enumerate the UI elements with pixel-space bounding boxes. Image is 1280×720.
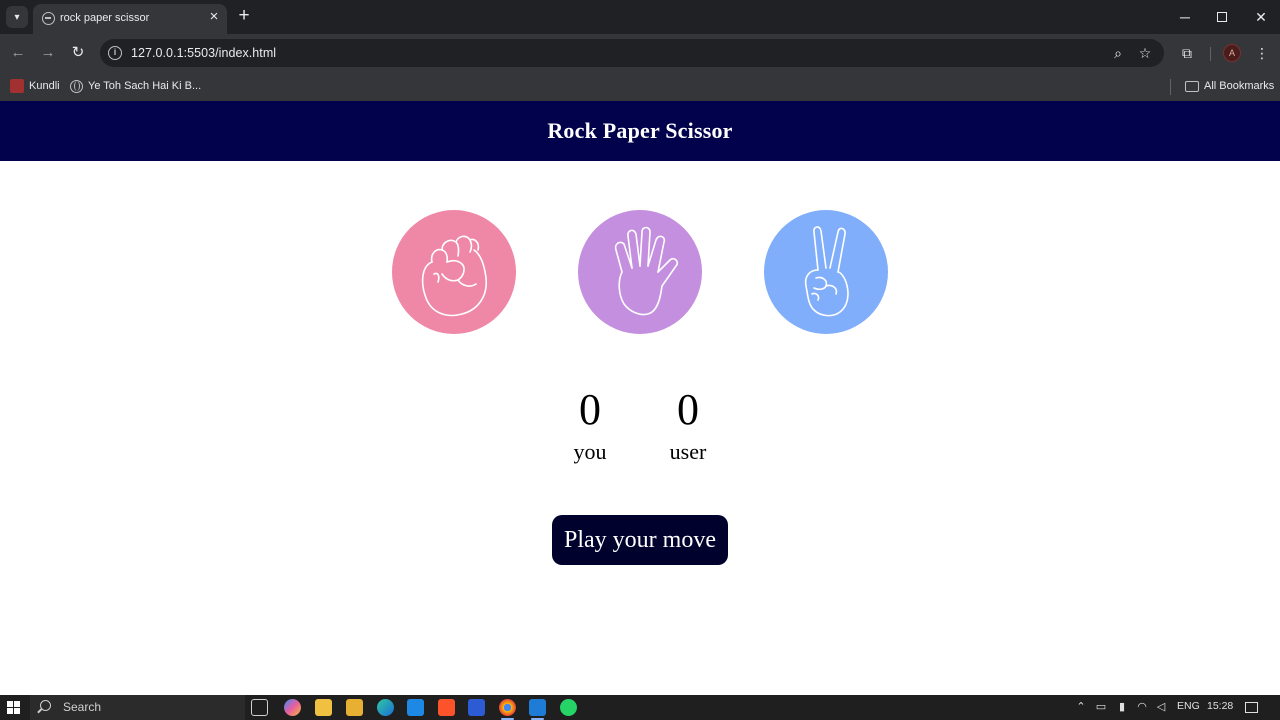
reload-button[interactable]: ↻: [67, 42, 89, 64]
all-bookmarks-button[interactable]: All Bookmarks: [1185, 77, 1274, 95]
profile-avatar[interactable]: A: [1223, 44, 1241, 62]
mail-icon[interactable]: [407, 699, 424, 716]
site-info-icon[interactable]: i: [108, 46, 122, 60]
taskbar-search[interactable]: Search: [30, 695, 245, 720]
paper-choice[interactable]: [578, 210, 702, 334]
vscode-icon[interactable]: [529, 699, 546, 720]
bookmarks-divider: [1170, 79, 1171, 95]
notifications-icon[interactable]: [1245, 702, 1258, 713]
language-indicator[interactable]: ENG: [1177, 700, 1200, 712]
bookmark-label: Kundli: [29, 80, 60, 92]
task-view-icon[interactable]: [251, 699, 268, 716]
forward-button[interactable]: →: [37, 42, 59, 64]
globe-icon: [70, 79, 83, 93]
store-icon[interactable]: [315, 699, 332, 716]
browser-tab[interactable]: rock paper scissor ×: [33, 4, 227, 34]
page-title: Rock Paper Scissor: [547, 118, 733, 143]
taskbar-search-label: Search: [63, 700, 102, 714]
new-tab-button[interactable]: +: [235, 6, 253, 26]
your-score: 0 you: [540, 384, 640, 468]
fist-hand-icon: [421, 235, 487, 317]
bookmarks-bar: Kundli Ye Toh Sach Hai Ki B... All Bookm…: [0, 72, 1280, 101]
chrome-icon[interactable]: [499, 699, 516, 720]
zoom-icon[interactable]: ⌕: [1108, 43, 1128, 63]
bookmark-label: Ye Toh Sach Hai Ki B...: [88, 80, 202, 92]
your-score-label: you: [573, 439, 607, 464]
bookmark-ye-toh-sach[interactable]: Ye Toh Sach Hai Ki B...: [70, 77, 201, 95]
scissors-choice[interactable]: [764, 210, 888, 334]
play-move-button[interactable]: Play your move: [552, 515, 728, 565]
close-window-button[interactable]: ✕: [1250, 6, 1272, 28]
brave-icon[interactable]: [438, 699, 455, 716]
rock-choice[interactable]: [392, 210, 516, 334]
bookmark-kundli[interactable]: Kundli: [10, 77, 60, 95]
kundli-favicon-icon: [10, 79, 24, 93]
folder-icon: [1185, 80, 1199, 92]
show-hidden-icons-icon[interactable]: ⌃: [1074, 700, 1088, 714]
all-bookmarks-label: All Bookmarks: [1204, 80, 1275, 92]
your-score-value: 0: [579, 385, 601, 434]
address-bar[interactable]: i 127.0.0.1:5503/index.html ⌕ ☆: [100, 39, 1164, 67]
zoom-app-icon[interactable]: [468, 699, 485, 716]
app-header: Rock Paper Scissor: [0, 101, 1280, 161]
edge-icon[interactable]: [377, 699, 394, 716]
user-score: 0 user: [638, 384, 738, 468]
scoreboard: 0 you 0 user: [540, 384, 740, 474]
tab-search-button[interactable]: ▾: [6, 6, 28, 28]
windows-start-icon[interactable]: [7, 701, 21, 715]
search-icon: [40, 700, 51, 711]
battery-icon[interactable]: ▭: [1094, 700, 1108, 714]
extensions-icon[interactable]: ⧉: [1176, 42, 1198, 64]
toolbar-divider: [1210, 47, 1211, 61]
user-score-value: 0: [677, 385, 699, 434]
back-button[interactable]: ←: [7, 42, 29, 64]
open-hand-icon: [614, 226, 679, 316]
tab-title: rock paper scissor: [60, 12, 150, 24]
restore-icon: [1217, 12, 1227, 22]
copilot-icon[interactable]: [284, 699, 301, 716]
volume-icon[interactable]: ◁: [1154, 700, 1168, 714]
choices-row: [392, 210, 888, 334]
browser-toolbar: ← → ↻ i 127.0.0.1:5503/index.html ⌕ ☆ ⧉ …: [0, 34, 1280, 72]
maximize-button[interactable]: [1211, 6, 1233, 28]
url-text[interactable]: 127.0.0.1:5503/index.html: [131, 46, 276, 60]
wifi-icon[interactable]: ◠: [1135, 700, 1149, 714]
close-tab-icon[interactable]: ×: [206, 9, 222, 25]
menu-icon[interactable]: ⋮: [1251, 42, 1273, 64]
minimize-button[interactable]: ─: [1174, 6, 1196, 28]
whatsapp-icon[interactable]: [560, 699, 577, 716]
bookmark-star-icon[interactable]: ☆: [1135, 43, 1155, 63]
usb-icon[interactable]: ▮: [1115, 700, 1129, 714]
globe-icon: [42, 12, 55, 25]
windows-taskbar: Search ⌃ ▭ ▮ ◠ ◁ ENG 15:28: [0, 695, 1280, 720]
clock[interactable]: 15:28: [1207, 700, 1233, 712]
page-content: Rock Paper Scissor 0 you 0 user Play you…: [0, 101, 1280, 695]
file-explorer-icon[interactable]: [346, 699, 363, 716]
user-score-label: user: [669, 439, 707, 464]
victory-hand-icon: [804, 226, 849, 317]
browser-tabstrip: ▾ rock paper scissor × + ─ ✕: [0, 0, 1280, 34]
